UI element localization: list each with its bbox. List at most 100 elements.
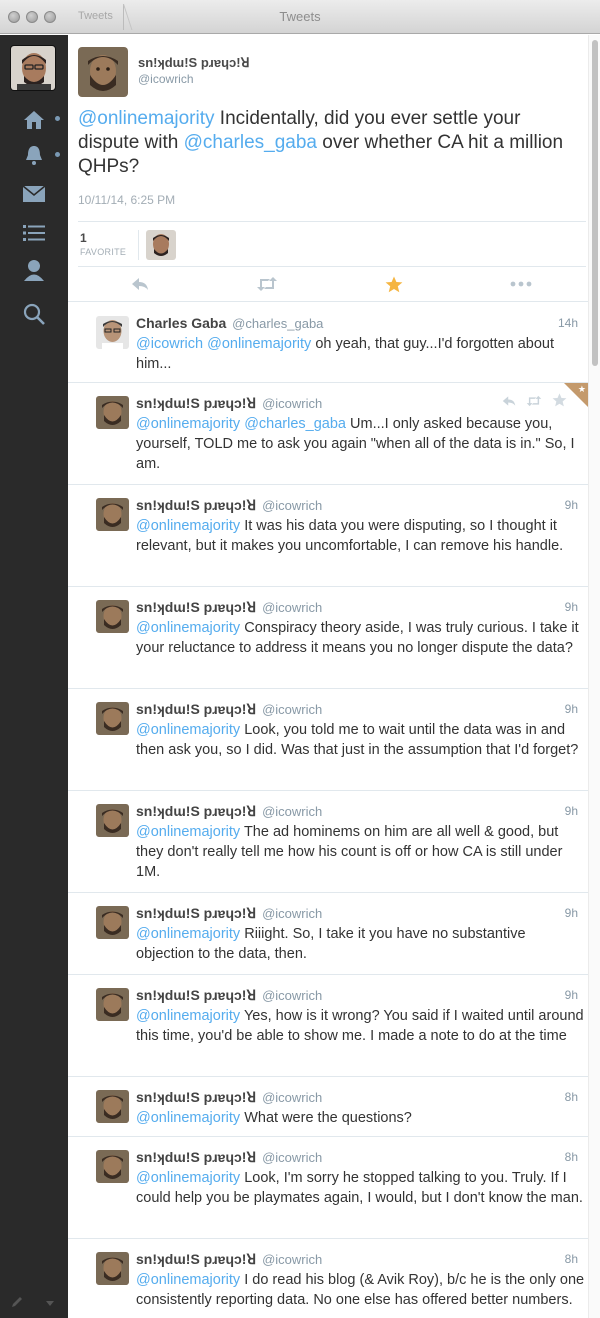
tweet-timestamp[interactable]: 9h [565,988,578,1002]
retweet-icon[interactable] [255,273,279,295]
account-avatar[interactable] [10,45,56,91]
scrollbar-thumb[interactable] [592,40,598,366]
author-handle[interactable]: @icowrich [262,600,322,615]
avatar[interactable] [96,1252,129,1285]
tweet-timestamp[interactable]: 9h [565,600,578,614]
tweet-text: @onlinemajority What were the questions? [136,1108,586,1128]
author-name[interactable]: sn!ʞdɯ!S pɹɐɥɔ!ꓤ [136,395,256,411]
avatar[interactable] [96,906,129,939]
mention-link[interactable]: @onlinemajority @charles_gaba [136,416,346,432]
conversation-tweet[interactable]: sn!ʞdɯ!S pɹɐɥɔ!ꓤ @icowrich 8h @onlinemajor… [68,1077,588,1137]
author-name[interactable]: sn!ʞdɯ!S pɹɐɥɔ!ꓤ [136,987,256,1003]
author-handle[interactable]: @icowrich [262,804,322,819]
more-options-icon[interactable] [509,273,533,295]
favorites-label: FAVORITE [80,247,127,257]
avatar[interactable] [96,1150,129,1183]
mention-link[interactable]: @onlinemajority [136,518,240,534]
favorite-star-icon[interactable] [382,273,406,295]
author-handle[interactable]: @icowrich [262,498,322,513]
conversation-tweet[interactable]: sn!ʞdɯ!S pɹɐɥɔ!ꓤ @icowrich 8h @onlinemajor… [68,1239,588,1318]
tweet-timestamp[interactable]: 9h [565,702,578,716]
divider [138,230,139,260]
mention-link[interactable]: @onlinemajority [136,620,240,636]
tweet-actions [68,271,588,297]
mention-link[interactable]: @onlinemajority [136,824,240,840]
reply-icon[interactable] [128,273,152,295]
avatar[interactable] [96,316,129,349]
author-name[interactable]: Charles Gaba [136,315,226,331]
author-handle[interactable]: @icowrich [262,1090,322,1105]
sidebar [0,35,68,1318]
avatar[interactable] [96,1090,129,1123]
avatar[interactable] [96,702,129,735]
mention-link[interactable]: @onlinemajority [136,1170,240,1186]
tweet-timestamp[interactable]: 8h [565,1252,578,1266]
tweet-timestamp[interactable]: 8h [565,1150,578,1164]
author-name[interactable]: sn!ʞdɯ!S pɹɐɥɔ!ꓤ [138,55,250,71]
author-handle[interactable]: @icowrich [262,396,322,411]
unread-indicator [55,152,60,157]
tweet-timestamp[interactable]: 10/11/14, 6:25 PM [78,193,175,207]
conversation-tweet[interactable]: sn!ʞdɯ!S pɹɐɥɔ!ꓤ @icowrich 9h @onlinemajor… [68,975,588,1077]
conversation-tweet[interactable]: sn!ʞdɯ!S pɹɐɥɔ!ꓤ @icowrich 9h @onlinemajor… [68,587,588,689]
tweet-timestamp[interactable]: 14h [558,316,578,330]
author-handle[interactable]: @icowrich [138,72,194,86]
lists-icon[interactable] [20,220,48,246]
retweet-icon[interactable] [526,394,542,412]
mention-link[interactable]: @icowrich @onlinemajority [136,336,311,352]
messages-icon[interactable] [20,181,48,207]
author-name[interactable]: sn!ʞdɯ!S pɹɐɥɔ!ꓤ [136,701,256,717]
account-switcher-icon[interactable] [44,1297,56,1312]
tweet-timestamp[interactable]: 8h [565,1090,578,1104]
avatar[interactable] [78,47,128,97]
author-handle[interactable]: @icowrich [262,1150,322,1165]
favoriter-avatar[interactable] [146,230,176,260]
avatar[interactable] [96,498,129,531]
favorites-count[interactable]: 1 [80,231,87,245]
notifications-icon[interactable] [20,142,48,168]
compose-tweet-icon[interactable] [10,1295,24,1312]
tweet-header: sn!ʞdɯ!S pɹɐɥɔ!ꓤ @icowrich [136,497,322,514]
author-handle[interactable]: @icowrich [262,906,322,921]
author-name[interactable]: sn!ʞdɯ!S pɹɐɥɔ!ꓤ [136,1251,256,1267]
tweet-header: Charles Gaba @charles_gaba [136,315,323,331]
conversation-tweet[interactable]: sn!ʞdɯ!S pɹɐɥɔ!ꓤ @icowrich 9h @onlinemajor… [68,791,588,893]
profile-icon[interactable] [20,257,48,283]
conversation-tweet[interactable]: sn!ʞdɯ!S pɹɐɥɔ!ꓤ @icowrich 8h @onlinemajor… [68,1137,588,1239]
avatar[interactable] [96,600,129,633]
avatar[interactable] [96,396,129,429]
author-name[interactable]: sn!ʞdɯ!S pɹɐɥɔ!ꓤ [136,1089,256,1105]
author-name[interactable]: sn!ʞdɯ!S pɹɐɥɔ!ꓤ [136,905,256,921]
conversation-tweet[interactable]: sn!ʞdɯ!S pɹɐɥɔ!ꓤ @icowrich 9h @onlinemajor… [68,485,588,587]
conversation-tweet[interactable]: sn!ʞdɯ!S pɹɐɥɔ!ꓤ @icowrich 9h @onlinemajor… [68,893,588,975]
author-handle[interactable]: @icowrich [262,988,322,1003]
mention-link[interactable]: @onlinemajority [78,108,215,129]
mention-link[interactable]: @onlinemajority [136,926,240,942]
home-icon[interactable] [20,107,48,133]
author-name[interactable]: sn!ʞdɯ!S pɹɐɥɔ!ꓤ [136,497,256,513]
author-name[interactable]: sn!ʞdɯ!S pɹɐɥɔ!ꓤ [136,599,256,615]
tweet-timestamp[interactable]: 9h [565,906,578,920]
mention-link[interactable]: @onlinemajority [136,1272,240,1288]
avatar[interactable] [96,988,129,1021]
tweet-timestamp[interactable]: 9h [565,498,578,512]
mention-link[interactable]: @onlinemajority [136,722,240,738]
author-handle[interactable]: @charles_gaba [232,316,323,331]
conversation-tweet[interactable]: sn!ʞdɯ!S pɹɐɥɔ!ꓤ @icowrich @onlinemajorit… [68,383,588,485]
mention-link[interactable]: @charles_gaba [184,132,317,153]
conversation-tweet[interactable]: sn!ʞdɯ!S pɹɐɥɔ!ꓤ @icowrich 9h @onlinemajor… [68,689,588,791]
favorite-star-icon[interactable] [552,393,567,412]
author-name[interactable]: sn!ʞdɯ!S pɹɐɥɔ!ꓤ [136,1149,256,1165]
search-icon[interactable] [20,301,48,327]
tweet-timestamp[interactable]: 9h [565,804,578,818]
author-handle[interactable]: @icowrich [262,702,322,717]
scrollbar[interactable] [588,35,600,1318]
avatar[interactable] [96,804,129,837]
mention-link[interactable]: @onlinemajority [136,1008,240,1024]
author-name[interactable]: sn!ʞdɯ!S pɹɐɥɔ!ꓤ [136,803,256,819]
tweet-text: @onlinemajority Look, I'm sorry he stopp… [136,1168,586,1208]
author-handle[interactable]: @icowrich [262,1252,322,1267]
reply-icon[interactable] [502,394,516,412]
conversation-tweet[interactable]: Charles Gaba @charles_gaba 14h @icowrich @… [68,303,588,383]
mention-link[interactable]: @onlinemajority [136,1110,240,1126]
